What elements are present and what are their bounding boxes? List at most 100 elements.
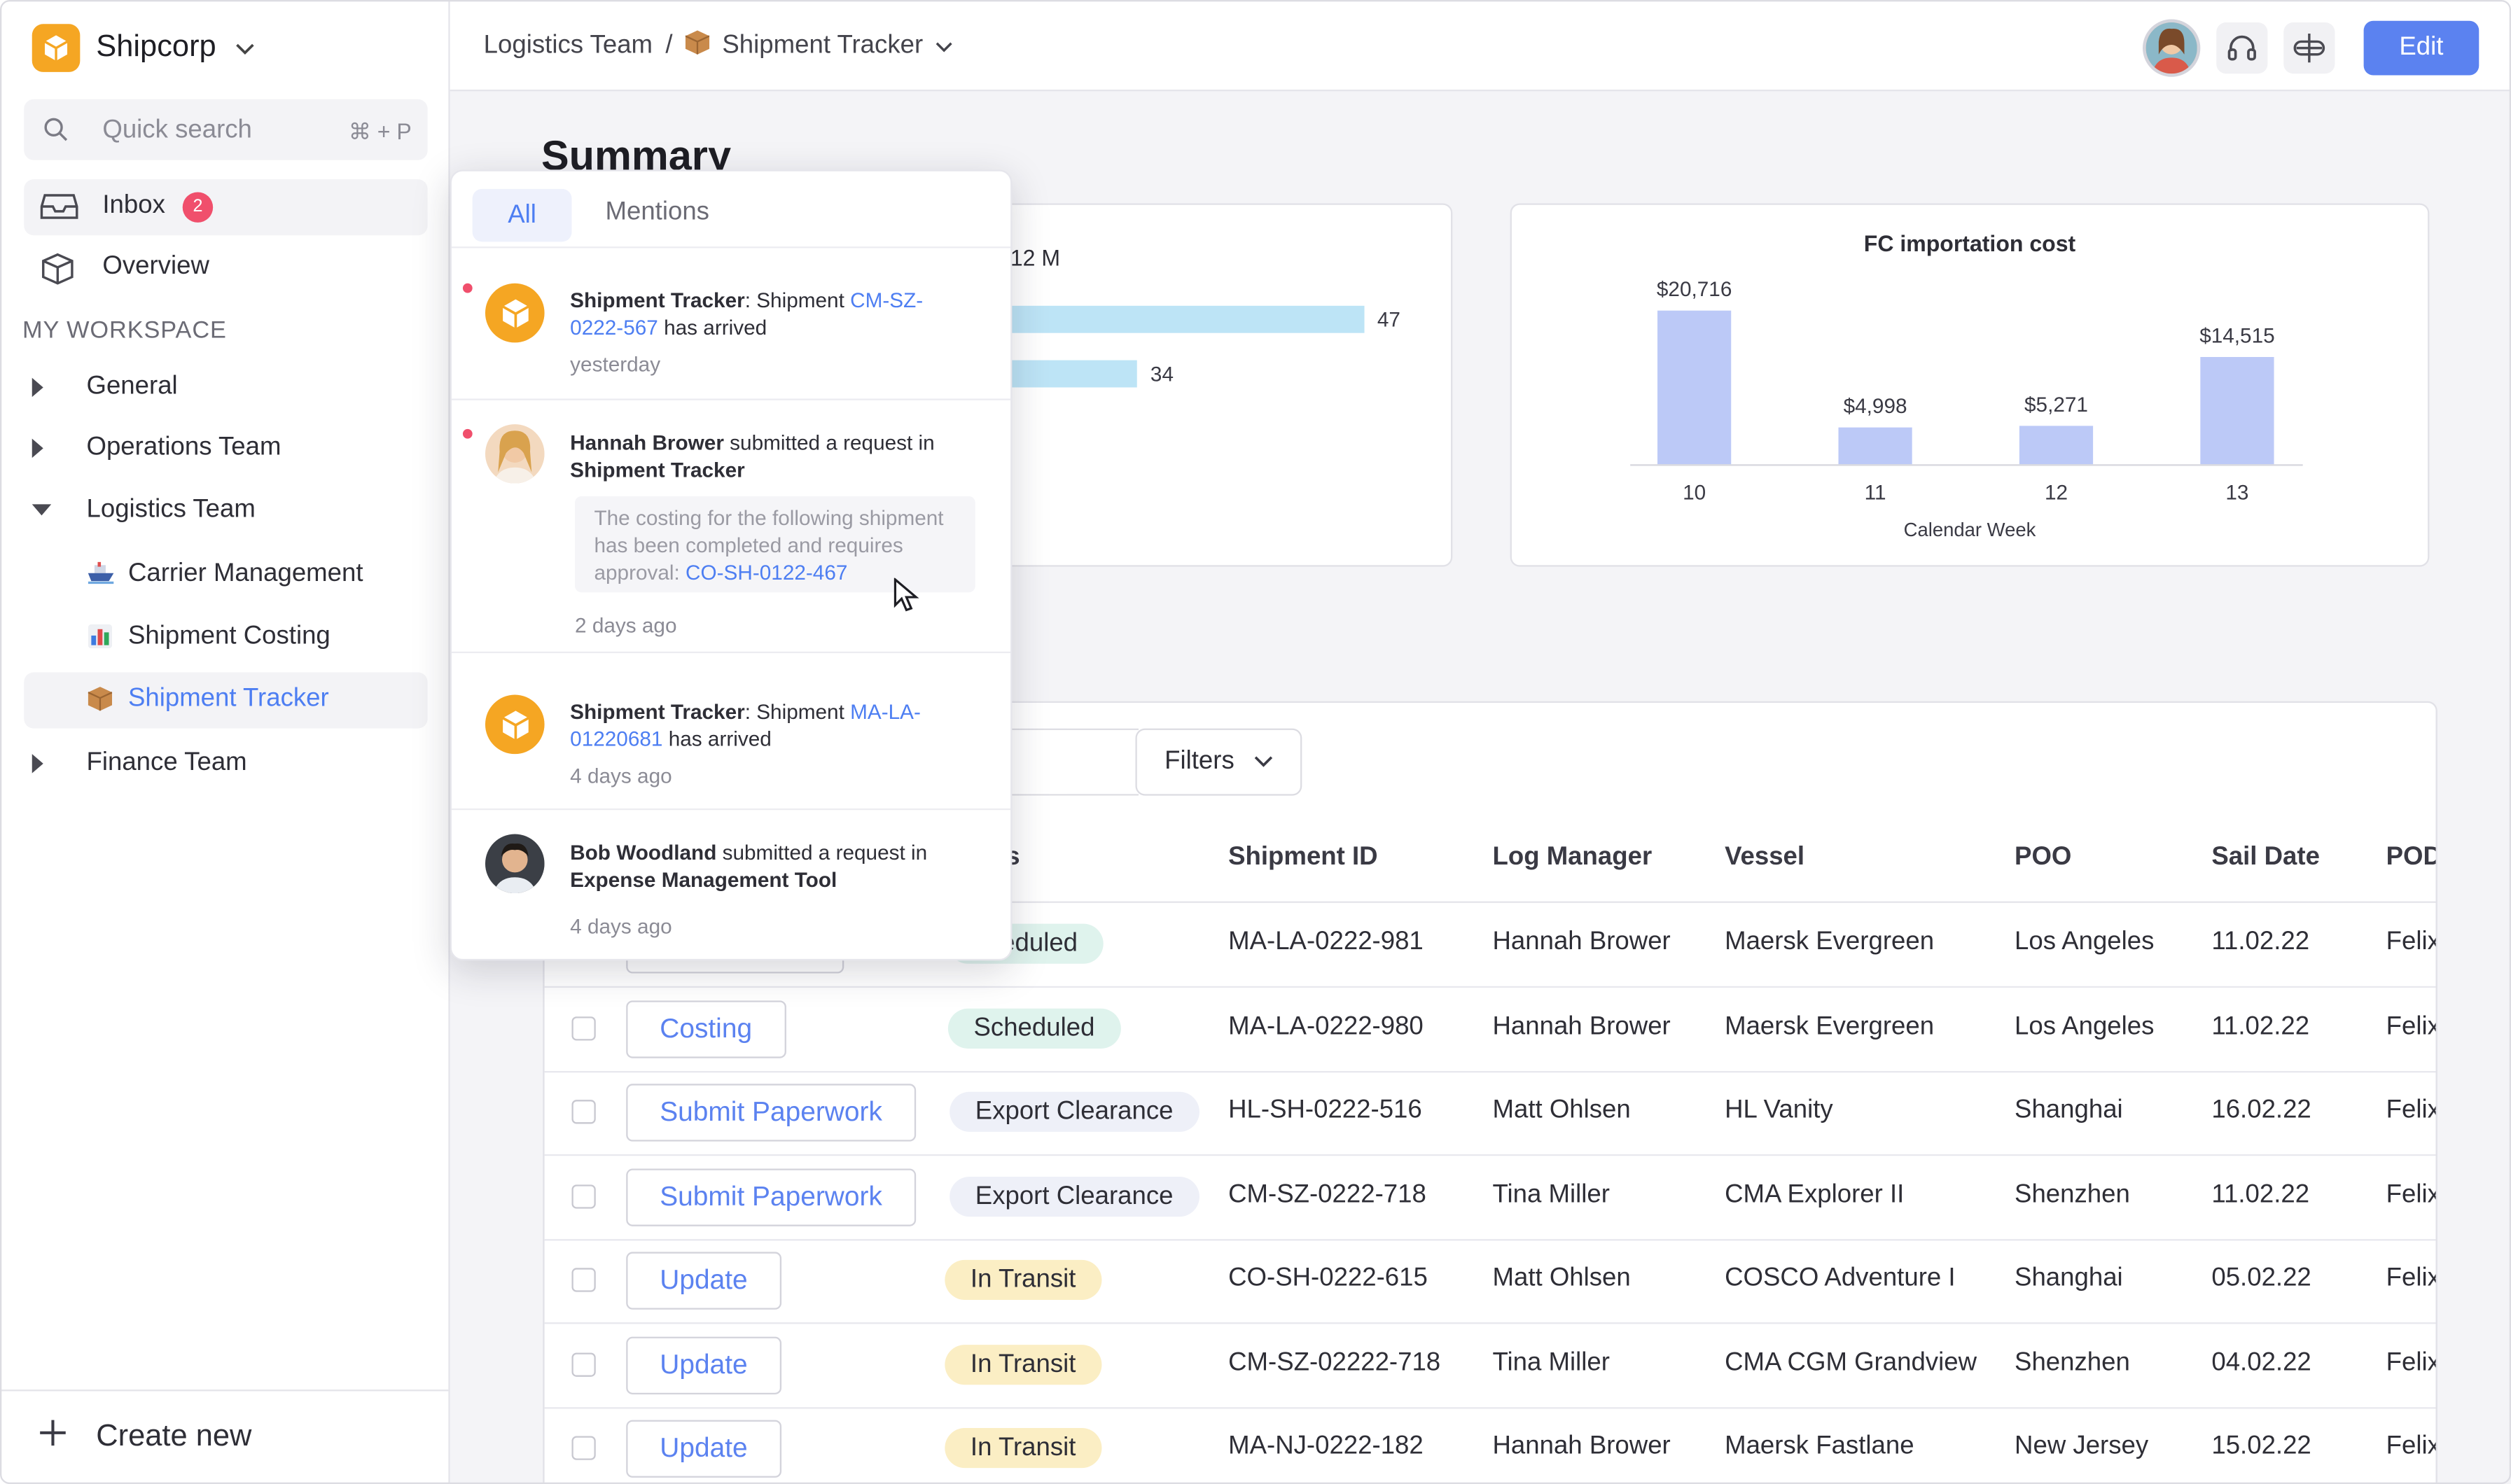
filters-button[interactable]: Filters — [1135, 728, 1302, 796]
notification-time: 2 days ago — [575, 612, 677, 638]
status-badge: In Transit — [945, 1259, 1102, 1301]
chevron-down-icon[interactable] — [935, 32, 953, 61]
column-header-pod[interactable]: POD — [2386, 844, 2436, 872]
column-header-log-manager[interactable]: Log Manager — [1492, 844, 1652, 872]
row-checkbox[interactable] — [571, 1268, 596, 1292]
cell-poo: Shenzhen — [2015, 1180, 2130, 1208]
ship-icon — [88, 561, 114, 586]
row-checkbox[interactable] — [571, 1100, 596, 1124]
cell-vessel: Maersk Evergreen — [1725, 1012, 1935, 1040]
sidebar-item-label: Carrier Management — [127, 560, 363, 588]
sidebar-item-shipment-costing[interactable]: Shipment Costing — [24, 610, 427, 666]
nav-overview[interactable]: Overview — [24, 240, 427, 296]
edit-button[interactable]: Edit — [2363, 20, 2479, 76]
notification-item[interactable]: Hannah Brower submitted a request in Shi… — [452, 400, 1010, 652]
notification-source: Shipment Tracker — [570, 699, 745, 724]
cell-sail-date: 16.02.22 — [2211, 1096, 2311, 1124]
shipment-tracker-app-icon — [485, 283, 545, 343]
caret-down-icon[interactable] — [32, 504, 52, 516]
row-checkbox[interactable] — [571, 1436, 596, 1460]
workspace-section-title: MY WORKSPACE — [22, 316, 227, 344]
nav-inbox[interactable]: Inbox 2 — [24, 179, 428, 236]
sidebar-item-label: Shipment Costing — [127, 622, 331, 650]
sidebar-item-label: Finance Team — [86, 749, 247, 777]
cell-poo: Shenzhen — [2015, 1348, 2130, 1376]
row-checkbox[interactable] — [571, 1016, 596, 1040]
row-action-button[interactable]: Costing — [626, 1000, 786, 1058]
column-header-poo[interactable]: POO — [2015, 844, 2071, 872]
chart-x-label: Calendar Week — [1903, 518, 2036, 542]
tab-all[interactable]: All — [472, 188, 572, 242]
chart-data-label: $5,271 — [2024, 391, 2088, 416]
notification-target: Shipment Tracker — [570, 458, 745, 482]
status-badge: In Transit — [945, 1428, 1102, 1469]
cell-sail-date: 04.02.22 — [2211, 1348, 2311, 1376]
chart-bar — [1657, 310, 1732, 465]
table-row[interactable]: Costing Scheduled MA-LA-0222-980 Hannah Bro… — [544, 987, 2436, 1072]
cell-shipment-id: CO-SH-0222-615 — [1228, 1264, 1428, 1292]
unread-dot-icon — [462, 283, 473, 293]
sidebar-item-general[interactable]: General — [24, 360, 427, 416]
notification-item[interactable]: Bob Woodland submitted a request in Expe… — [452, 810, 1010, 959]
breadcrumb-parent[interactable]: Logistics Team — [484, 32, 653, 61]
notification-tail: has arrived — [662, 727, 772, 751]
sidebar-item-carrier-management[interactable]: Carrier Management — [24, 547, 427, 603]
quick-search[interactable]: Quick search ⌘ + P — [24, 99, 428, 160]
sidebar-item-operations-team[interactable]: Operations Team — [24, 421, 427, 477]
sidebar-item-label: Shipment Tracker — [127, 685, 329, 713]
notification-body: submitted a request in — [723, 430, 935, 455]
cell-shipment-id: CM-SZ-02222-718 — [1228, 1348, 1441, 1376]
cell-vessel: Maersk Fastlane — [1725, 1432, 1914, 1460]
caret-right-icon[interactable] — [32, 377, 43, 398]
row-checkbox[interactable] — [571, 1184, 596, 1208]
inbox-icon — [40, 192, 78, 229]
row-action-button[interactable]: Submit Paperwork — [626, 1084, 916, 1142]
row-checkbox[interactable] — [571, 1352, 596, 1376]
row-action-button[interactable]: Update — [626, 1420, 781, 1478]
integrations-icon[interactable] — [2283, 22, 2335, 74]
cell-poo: Shanghai — [2015, 1264, 2123, 1292]
cell-log-manager: Matt Ohlsen — [1492, 1264, 1631, 1292]
breadcrumb-current[interactable]: Shipment Tracker — [722, 32, 923, 61]
shipment-link[interactable]: CO-SH-0122-467 — [686, 560, 847, 584]
column-header-shipment-id[interactable]: Shipment ID — [1228, 844, 1377, 872]
sidebar-item-shipment-tracker[interactable]: Shipment Tracker — [24, 672, 428, 729]
cell-log-manager: Hannah Brower — [1492, 1432, 1671, 1460]
table-row[interactable]: Update In Transit CM-SZ-02222-718 Tina Mill… — [544, 1323, 2436, 1408]
user-avatar[interactable] — [2143, 19, 2201, 77]
breadcrumb: Logistics Team / Shipment Tracker — [484, 30, 954, 62]
row-action-button[interactable]: Submit Paperwork — [626, 1168, 916, 1226]
chart-title: FC importation cost — [1863, 230, 2076, 256]
sidebar-item-label: General — [86, 372, 178, 400]
tab-mentions[interactable]: Mentions — [605, 199, 709, 227]
create-new-button[interactable]: Create new — [39, 1418, 251, 1455]
table-search-input[interactable] — [992, 728, 1139, 796]
sidebar-item-logistics-team[interactable]: Logistics Team — [24, 484, 427, 540]
hannah-brower-avatar — [485, 424, 545, 484]
table-row[interactable]: Submit Paperwork Export Clearance HL-SH-02… — [544, 1071, 2436, 1156]
row-action-button[interactable]: Update — [626, 1252, 781, 1310]
table-row[interactable]: Submit Paperwork Export Clearance CM-SZ-02… — [544, 1155, 2436, 1240]
notification-text: Shipment Tracker: Shipment MA-LA-0122068… — [570, 698, 971, 752]
table-row[interactable]: Update In Transit MA-NJ-0222-182 Hannah Bro… — [545, 1407, 2436, 1484]
row-action-button[interactable]: Update — [626, 1336, 781, 1394]
cell-shipment-id: MA-LA-0222-980 — [1228, 1012, 1424, 1040]
caret-right-icon[interactable] — [32, 438, 43, 458]
table-row[interactable]: Update In Transit CO-SH-0222-615 Matt Ohlse… — [544, 1239, 2436, 1324]
notification-item[interactable]: Shipment Tracker: Shipment MA-LA-0122068… — [452, 653, 1010, 808]
sidebar-item-finance-team[interactable]: Finance Team — [24, 736, 427, 792]
notification-item[interactable]: Shipment Tracker: Shipment CM-SZ-0222-56… — [452, 248, 1010, 398]
chart-bar — [2200, 356, 2274, 465]
headset-icon[interactable] — [2216, 22, 2268, 74]
cell-sail-date: 11.02.22 — [2211, 1180, 2310, 1208]
cell-sail-date: 11.02.22 — [2211, 1012, 2310, 1040]
column-header-vessel[interactable]: Vessel — [1725, 844, 1804, 872]
chart-tick-label: 11 — [1864, 480, 1886, 505]
caret-right-icon[interactable] — [32, 754, 43, 774]
filters-label: Filters — [1164, 748, 1234, 775]
shipcorp-logo-icon — [32, 24, 81, 72]
workspace-switcher[interactable]: Shipcorp — [32, 24, 255, 72]
chart-x-axis — [1630, 464, 2303, 466]
column-header-sail-date[interactable]: Sail Date — [2211, 844, 2320, 872]
chevron-down-icon — [1253, 748, 1272, 776]
